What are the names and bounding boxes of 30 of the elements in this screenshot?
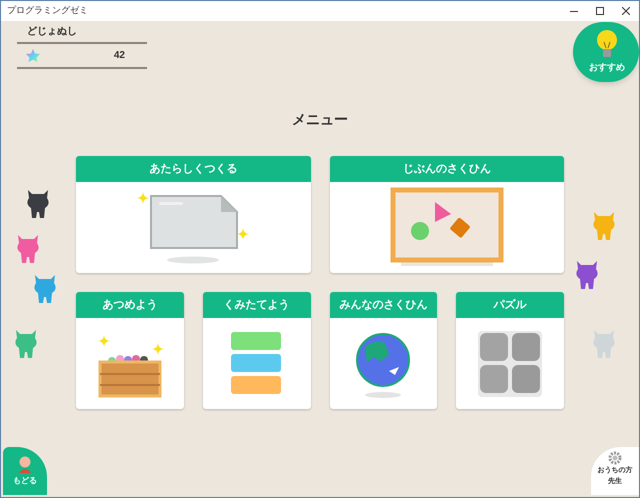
user-name: どじょぬし	[17, 24, 147, 44]
person-icon	[18, 456, 32, 473]
close-icon	[622, 7, 630, 15]
card-title: あたらしくつくる	[76, 156, 310, 182]
minimize-icon	[570, 10, 578, 12]
puzzle-tiles-drawing	[478, 330, 542, 396]
light-bulb-icon	[596, 29, 618, 60]
star-icon	[26, 49, 40, 62]
sparkle-icon	[96, 334, 111, 348]
card-title: くみたてよう	[202, 292, 310, 318]
maximize-icon	[596, 7, 604, 15]
menu-card[interactable]: みんなのさくひん	[330, 292, 438, 409]
menu-card[interactable]: じぶんのさくひん	[330, 156, 564, 273]
settings-icon	[608, 451, 622, 465]
window-title: プログラミングゼミ	[7, 4, 88, 18]
menu-card[interactable]: あつめよう	[76, 292, 184, 409]
card-title: みんなのさくひん	[330, 292, 438, 318]
back-button[interactable]: もどる	[3, 447, 47, 495]
menu-card[interactable]: パズル	[456, 292, 564, 409]
card-title: じぶんのさくひん	[330, 156, 564, 182]
recommend-button[interactable]: おすすめ	[573, 22, 639, 82]
card-title: あつめよう	[76, 292, 184, 318]
menu-title: メニュー	[291, 110, 349, 129]
star-count: 42	[114, 49, 125, 63]
sparkle-icon	[136, 190, 150, 204]
card-title: パズル	[456, 292, 564, 318]
menu-card[interactable]: あたらしくつくる	[76, 156, 310, 273]
menu-card[interactable]: くみたてよう	[202, 292, 310, 409]
sparkle-icon	[236, 226, 250, 240]
sparkle-icon	[150, 342, 165, 356]
